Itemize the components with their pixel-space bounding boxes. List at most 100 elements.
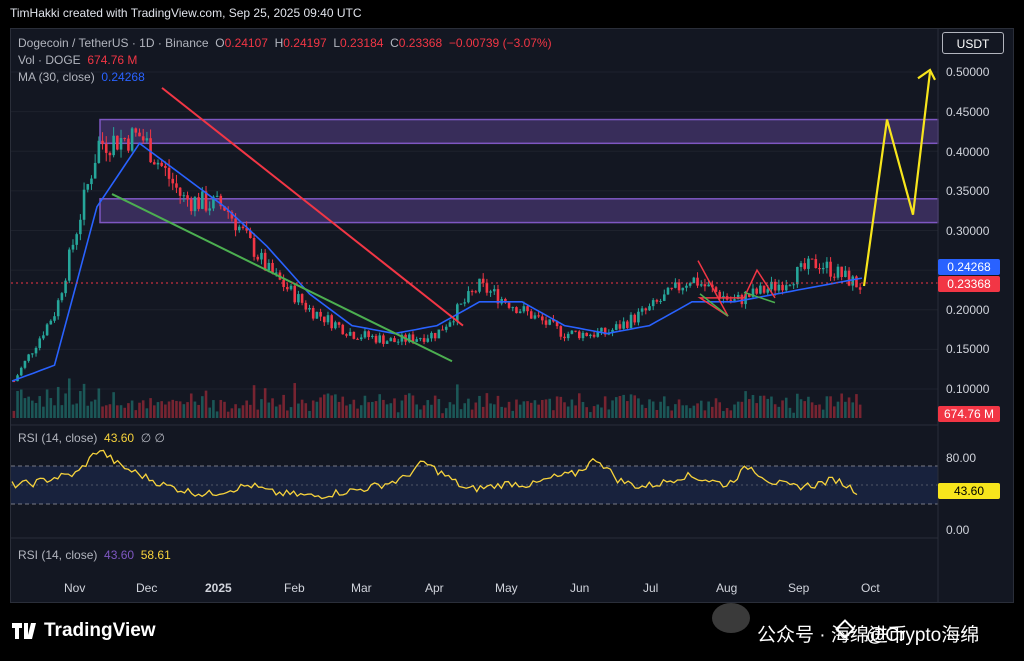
- candle-body: [515, 307, 518, 314]
- volume-bar: [481, 406, 485, 418]
- volume-bar: [474, 402, 478, 418]
- volume-bar: [459, 409, 463, 418]
- volume-bar: [189, 393, 193, 418]
- candle-body: [433, 332, 437, 339]
- ma-line: [11, 142, 863, 382]
- volume-bar: [703, 410, 707, 418]
- volume-bar: [396, 412, 400, 418]
- volume-bar: [286, 410, 289, 418]
- volume-bar: [252, 385, 256, 418]
- volume-bar: [278, 404, 282, 418]
- volume-bar: [300, 399, 304, 418]
- candle-body: [138, 132, 141, 137]
- candle-body: [529, 311, 533, 319]
- volume-bar: [112, 392, 115, 418]
- candle-body: [341, 324, 345, 335]
- candle-body: [644, 308, 648, 311]
- volume-bar: [234, 404, 237, 418]
- volume-bar: [507, 401, 511, 418]
- currency-selector[interactable]: USDT: [942, 32, 1004, 54]
- tradingview-logo[interactable]: TradingView: [12, 620, 156, 642]
- volume-bar: [274, 406, 278, 418]
- candle-body: [570, 330, 574, 334]
- candle-body: [699, 284, 703, 286]
- volume-bar: [515, 399, 518, 418]
- volume-bar: [374, 401, 378, 418]
- volume-bar: [237, 408, 241, 418]
- candle-body: [799, 263, 803, 267]
- candle-body: [186, 195, 189, 200]
- price-tick: 0.45000: [946, 105, 990, 119]
- candle-body: [385, 341, 389, 344]
- candle-body: [803, 263, 807, 269]
- candle-body: [574, 330, 577, 332]
- volume-bar: [108, 404, 112, 418]
- candle-body: [533, 315, 537, 319]
- candle-body: [526, 306, 529, 312]
- candle-body: [692, 277, 696, 284]
- candle-body: [792, 284, 795, 286]
- volume-bar: [759, 395, 762, 418]
- candle-body: [592, 334, 596, 337]
- date-tick: Mar: [351, 581, 372, 595]
- candle-body: [847, 270, 851, 286]
- volume-bar: [526, 401, 529, 418]
- candle-body: [42, 335, 45, 339]
- candle-body: [101, 140, 104, 144]
- volume-bar: [149, 398, 152, 418]
- volume-bar: [186, 402, 189, 418]
- volume-bar: [607, 409, 611, 418]
- volume-bar: [722, 411, 725, 418]
- volume-bar: [152, 405, 156, 418]
- candle-body: [618, 324, 622, 329]
- candle-body: [326, 315, 330, 323]
- candle-body: [322, 316, 326, 323]
- volume-bar: [404, 394, 407, 418]
- volume-tag: 674.76 M: [938, 406, 1000, 422]
- candle-body: [134, 128, 138, 133]
- volume-bar: [818, 404, 821, 418]
- volume-bar: [821, 409, 825, 418]
- volume-bar: [393, 398, 396, 418]
- candle-body: [319, 311, 322, 317]
- volume-bar: [359, 405, 363, 418]
- volume-bar: [419, 409, 422, 418]
- date-tick: Feb: [284, 581, 305, 595]
- volume-bar: [618, 396, 622, 418]
- volume-bar: [614, 397, 618, 418]
- candle-body: [825, 261, 829, 268]
- candle-body: [430, 332, 433, 339]
- volume-bar: [101, 406, 104, 418]
- candle-body: [293, 285, 297, 303]
- candle-body: [56, 300, 60, 317]
- volume-bar: [56, 386, 60, 418]
- volume-bar: [626, 401, 629, 418]
- volume-bar: [633, 395, 637, 418]
- rsi-pane: [11, 29, 939, 602]
- candle-body: [637, 311, 640, 323]
- volume-bar: [363, 395, 367, 418]
- candle-body: [832, 276, 836, 278]
- volume-bar: [814, 405, 818, 418]
- candle-body: [315, 311, 319, 319]
- volume-bar: [182, 404, 186, 418]
- candle-body: [696, 277, 699, 286]
- volume-bar: [611, 400, 614, 418]
- date-tick: Aug: [716, 581, 738, 595]
- candle-body: [359, 337, 363, 340]
- volume-bar: [437, 399, 441, 418]
- price-tick: 0.35000: [946, 184, 990, 198]
- volume-bar: [426, 400, 430, 418]
- volume-bar: [674, 404, 677, 418]
- rsi-extra: ∅ ∅: [140, 431, 165, 445]
- candle-body: [330, 315, 333, 329]
- volume-bar: [67, 378, 71, 418]
- candle-body: [145, 138, 149, 141]
- candle-body: [474, 291, 478, 293]
- candle-body: [378, 335, 382, 343]
- candle-body: [511, 307, 515, 309]
- wechat-icon: [712, 603, 750, 633]
- candle-body: [485, 282, 489, 293]
- resistance-zone: [99, 118, 939, 145]
- volume-bar: [311, 400, 315, 418]
